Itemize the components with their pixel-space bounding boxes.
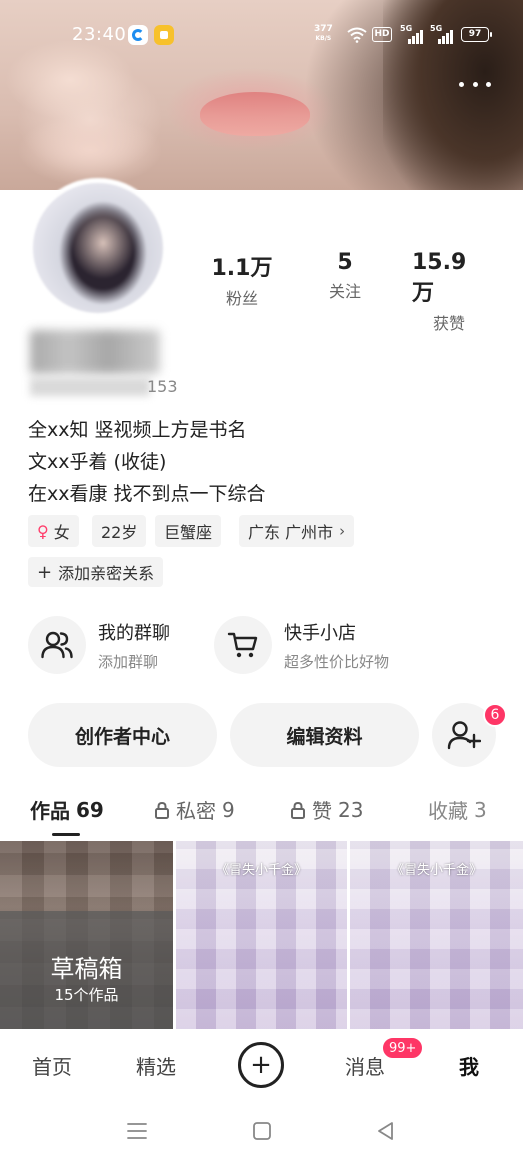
- nav-featured[interactable]: 精选: [136, 1051, 176, 1080]
- zodiac-tag: 巨蟹座: [155, 515, 222, 547]
- drafts-title: 草稿箱: [50, 955, 123, 983]
- creator-center-button[interactable]: 创作者中心: [28, 703, 217, 767]
- video-title: 《冒失小千金》: [390, 863, 482, 878]
- tab-works-count: 69: [76, 797, 104, 822]
- notification-app-icon: [128, 25, 148, 45]
- stat-following-value: 5: [337, 250, 353, 275]
- region-label: 广东 广州市: [248, 523, 334, 542]
- group-chat-subtitle: 添加群聊: [98, 652, 159, 671]
- add-relation-label: 添加亲密关系: [58, 564, 155, 583]
- drafts-count: 15个作品: [54, 986, 119, 1004]
- lock-icon: [291, 801, 305, 819]
- bio-line: 文xx乎着 (收徒): [28, 451, 167, 473]
- lock-icon: [155, 801, 169, 819]
- battery-icon: 97: [461, 27, 492, 42]
- content-tabs: 作品 69 私密 9 赞 23 收藏 3: [0, 795, 523, 837]
- nav-messages[interactable]: 消息: [345, 1051, 385, 1080]
- tab-favorites[interactable]: 收藏 3: [428, 795, 487, 824]
- menu-icon[interactable]: [125, 1120, 149, 1142]
- stat-following[interactable]: 5 关注: [313, 250, 377, 302]
- bio-line: 全xx知 竖视频上方是书名: [28, 419, 247, 441]
- messages-badge: 99+: [381, 1036, 425, 1060]
- avatar[interactable]: [28, 178, 168, 318]
- tab-likes-count: 23: [338, 797, 364, 822]
- blurred-user-id: [30, 378, 150, 396]
- plus-icon: +: [37, 561, 53, 583]
- network-speed-value: 377: [314, 24, 333, 34]
- blurred-username: [30, 330, 160, 374]
- tab-private[interactable]: 私密 9: [154, 795, 235, 824]
- group-chat-icon: [28, 616, 86, 674]
- bottom-nav: 首页 精选 + 消息 99+ 我: [0, 1029, 523, 1099]
- active-tab-indicator: [52, 833, 80, 836]
- chevron-right-icon: ›: [339, 522, 346, 540]
- stat-fans-value: 1.1万: [211, 256, 273, 281]
- tab-favorites-label: 收藏: [428, 799, 468, 823]
- stat-fans-label: 粉丝: [225, 289, 258, 308]
- video-title: 《冒失小千金》: [215, 863, 307, 878]
- create-button[interactable]: +: [238, 1042, 284, 1088]
- tab-likes-label: 赞: [312, 799, 332, 823]
- group-chat-entry[interactable]: 我的群聊 添加群聊: [28, 613, 170, 677]
- gender-tag: ♀ 女: [28, 515, 79, 547]
- profile-bio: 全xx知 竖视频上方是书名 文xx乎着 (收徒) 在xx看康 找不到点一下综合: [28, 414, 266, 510]
- status-bar: 23:40 377 KB/S HD 5G 5G 97: [0, 0, 523, 68]
- wifi-icon: [347, 27, 367, 43]
- cover-lips: [200, 92, 310, 136]
- works-grid: 草稿箱 15个作品 《冒失小千金》 《冒失小千金》: [0, 841, 523, 1029]
- tab-works[interactable]: 作品 69: [30, 795, 104, 824]
- stat-likes[interactable]: 15.9万 获赞: [412, 250, 486, 334]
- status-time: 23:40: [72, 24, 127, 45]
- bio-line: 在xx看康 找不到点一下综合: [28, 483, 266, 505]
- notification-app-icon-2: [154, 25, 174, 45]
- zodiac-label: 巨蟹座: [164, 523, 213, 542]
- region-tag[interactable]: 广东 广州市 ›: [239, 515, 355, 547]
- shopping-cart-icon: [214, 616, 272, 674]
- stat-following-label: 关注: [328, 282, 361, 301]
- tab-private-label: 私密: [176, 799, 216, 823]
- shop-title: 快手小店: [284, 622, 356, 644]
- drafts-thumbnail[interactable]: 草稿箱 15个作品: [0, 841, 173, 1029]
- video-thumbnail[interactable]: 《冒失小千金》: [350, 841, 523, 1029]
- friend-request-badge: 6: [483, 703, 507, 727]
- stat-likes-value: 15.9万: [412, 250, 467, 306]
- edit-profile-button[interactable]: 编辑资料: [230, 703, 419, 767]
- stat-likes-label: 获赞: [432, 314, 465, 333]
- nav-home[interactable]: 首页: [32, 1051, 72, 1080]
- system-nav-bar: [0, 1100, 523, 1162]
- network-speed-unit: KB/S: [315, 35, 332, 42]
- tab-works-label: 作品: [30, 799, 70, 823]
- nav-me[interactable]: 我: [459, 1051, 479, 1080]
- hd-voice-icon: HD: [372, 27, 392, 42]
- plus-icon: +: [250, 1050, 272, 1080]
- user-id-suffix: 153: [147, 377, 178, 396]
- add-relation-button[interactable]: + 添加亲密关系: [28, 557, 164, 587]
- stat-fans[interactable]: 1.1万 粉丝: [210, 250, 274, 309]
- tab-favorites-count: 3: [474, 797, 487, 822]
- signal-icon-sim2: 5G: [430, 24, 454, 44]
- signal-icon-sim1: 5G: [400, 24, 424, 44]
- video-thumbnail[interactable]: 《冒失小千金》: [176, 841, 347, 1029]
- gender-label: 女: [53, 523, 70, 542]
- network-speed: 377 KB/S: [314, 24, 333, 44]
- add-friend-icon: [447, 721, 481, 750]
- female-icon: ♀: [37, 521, 49, 541]
- age-tag: 22岁: [92, 515, 147, 547]
- tab-likes[interactable]: 赞 23: [290, 795, 363, 824]
- age-label: 22岁: [101, 523, 138, 542]
- shop-entry[interactable]: 快手小店 超多性价比好物: [214, 613, 389, 677]
- shop-subtitle: 超多性价比好物: [284, 652, 390, 671]
- tab-private-count: 9: [222, 797, 235, 822]
- back-triangle-icon[interactable]: [374, 1120, 398, 1142]
- group-chat-title: 我的群聊: [98, 622, 170, 644]
- home-square-icon[interactable]: [250, 1120, 274, 1142]
- more-options-icon[interactable]: [455, 70, 495, 98]
